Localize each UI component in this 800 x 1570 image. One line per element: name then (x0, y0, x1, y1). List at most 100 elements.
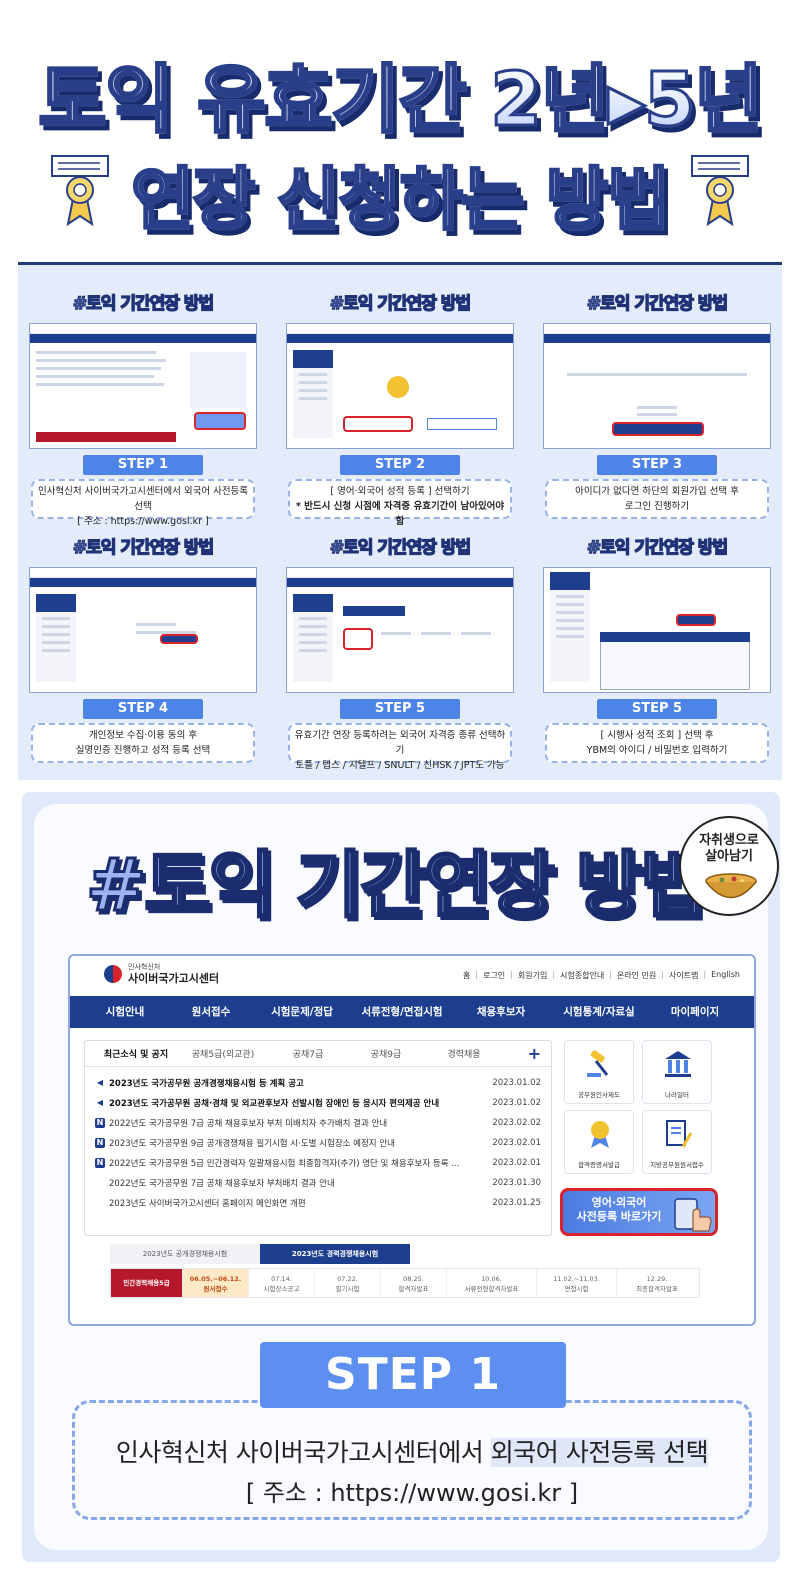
speaker-icon: ◀ (96, 1078, 104, 1087)
toplink-sitemap[interactable]: 사이트맵 (669, 970, 698, 981)
building-icon (665, 1051, 691, 1077)
gavel-icon (587, 1050, 609, 1077)
schedule-cell: 07.22. 필기시험 (315, 1269, 381, 1297)
list-item[interactable]: 2023년도 사이버국가고시센터 홈페이지 메인화면 개편 2023.01.25 (95, 1193, 541, 1213)
award-badge-icon (691, 155, 749, 227)
step-label: STEP 2 (340, 455, 460, 475)
new-badge-icon: N (95, 1118, 105, 1128)
tab-recent-news[interactable]: 최근소식 및 공지 (95, 1047, 177, 1060)
toplink-home[interactable]: 홈 (463, 970, 470, 981)
nav-statistics[interactable]: 시험통계/자료실 (548, 996, 650, 1028)
govt-emblem-icon (104, 965, 122, 983)
step-desc-line2: 로그인 진행하기 (624, 501, 690, 512)
toplink-login[interactable]: 로그인 (483, 970, 505, 981)
step-desc-line2: YBM의 아이디 / 비밀번호 입력하기 (586, 745, 728, 756)
nav-application[interactable]: 원서접수 (168, 996, 254, 1028)
tab-grade5[interactable]: 공채5급(외교관) (177, 1047, 269, 1060)
gosi-site-screenshot: 인사혁신처 사이버국가고시센터 홈 | 로그인 | 회원가입 | 시험종합안내 | 온라… (68, 954, 756, 1326)
step-screenshot (29, 323, 257, 449)
big-step-description: 인사혁신처 사이버국가고시센터에서 외국어 사전등록 선택 [ 주소 : htt… (72, 1400, 752, 1520)
nav-candidates[interactable]: 채용후보자 (454, 996, 548, 1028)
step-screenshot (543, 567, 771, 693)
tab-career[interactable]: 경력채용 (425, 1047, 503, 1060)
list-item[interactable]: ◀ 2023년도 국가공무원 공개경쟁채용시험 등 계획 공고 2023.01.02 (95, 1073, 541, 1093)
tab-career-competition[interactable]: 2023년도 경력경쟁채용시험 (260, 1244, 410, 1264)
quick-civil-service-system[interactable]: 공무원인사제도 (564, 1040, 634, 1104)
sticker-text: 자취생으로 살아남기 (699, 833, 759, 864)
language-preregistration-button[interactable]: 영어·외국어 사전등록 바로가기 (560, 1188, 718, 1236)
schedule-row: 민간경력채용5급 06.05.~06.12. 원서접수 07.14. 시험장소공고 … (110, 1268, 700, 1298)
tab-open-competition[interactable]: 2023년도 공개경쟁채용시험 (110, 1244, 260, 1264)
header-banner: 토익 유효기간 2년▸5년 연장 신청하는 방법 (0, 0, 800, 262)
toplink-exam-guide[interactable]: 시험종합안내 (560, 970, 604, 981)
big-hashtag-title: #토익 기간연장 방법 (84, 842, 707, 929)
schedule-cell: 07.14. 시험장소공고 (249, 1269, 315, 1297)
sticker-badge: 자취생으로 살아남기 (679, 816, 779, 916)
schedule-cell: 08.25. 합격자발표 (381, 1269, 447, 1297)
step-label: STEP 5 (597, 699, 717, 719)
step-card-tag: #토익 기간연장 방법 (329, 537, 472, 558)
step-description: 아이디가 없다면 하단의 회원가입 선택 후 로그인 진행하기 (545, 479, 769, 519)
step-description: 인사혁신처 사이버국가고시센터에서 외국어 사전등록 선택 [ 주소 : htt… (31, 479, 255, 527)
schedule-category[interactable]: 민간경력채용5급 (111, 1269, 183, 1297)
step-card-tag: #토익 기간연장 방법 (586, 537, 729, 558)
list-item[interactable]: ◀ 2023년도 국가공무원 공채·경채 및 외교관후보자 선발시험 장애인 등 … (95, 1093, 541, 1113)
schedule-cell: 10.06. 서류전형합격자발표 (447, 1269, 537, 1297)
step-label: STEP 5 (340, 699, 460, 719)
site-logo[interactable]: 인사혁신처 사이버국가고시센터 (104, 963, 219, 985)
step-description: [ 영어·외국어 성적 등록 ] 선택하기 * 반드시 신청 시점에 자격증 유… (288, 479, 512, 527)
step-card-tag: #토익 기간연장 방법 (72, 293, 215, 314)
quick-local-application[interactable]: 지방공무원원서접수 (642, 1110, 712, 1174)
list-item[interactable]: N 2022년도 국가공무원 5급 민간경력자 일괄채용시험 최종합격자(추가) … (95, 1153, 541, 1173)
step-desc-line1: 개인정보 수집·이용 동의 후 (88, 730, 198, 741)
schedule-cell: 12.29. 최종합격자발표 (636, 1275, 678, 1293)
step-card-tag: #토익 기간연장 방법 (586, 293, 729, 314)
schedule-cell: 11.02.~11.03. 면접시험 (537, 1269, 617, 1297)
step-screenshot (286, 567, 514, 693)
site-main-nav: 시험안내 원서접수 시험문제/정답 서류전형/면접시험 채용후보자 시험통계/자… (70, 996, 754, 1028)
step-desc-line1: 인사혁신처 사이버국가고시센터에서 외국어 사전등록 선택 (37, 486, 249, 512)
step-card-1: #토익 기간연장 방법 STEP 1 인사혁신처 사이버국가고시센터에서 외국어… (24, 289, 262, 527)
medal-icon (591, 1121, 609, 1148)
exam-schedule: 2023년도 공개경쟁채용시험 2023년도 경력경쟁채용시험 민간경력채용5급… (110, 1244, 700, 1308)
pointing-hand-icon (674, 1198, 712, 1232)
toplink-signup[interactable]: 회원가입 (518, 970, 547, 981)
nav-questions-answers[interactable]: 시험문제/정답 (254, 996, 350, 1028)
step1-detail-panel: #토익 기간연장 방법 자취생으로 살아남기 인사혁신처 사이버국가고시센터 홈… (22, 792, 780, 1562)
big-step-label: STEP 1 (260, 1342, 566, 1408)
header-title-line1: 토익 유효기간 2년▸5년 (0, 40, 800, 147)
step-desc-line1: [ 영어·외국어 성적 등록 ] 선택하기 (330, 486, 470, 497)
list-item[interactable]: N 2022년도 국가공무원 7급 공채 채용후보자 부처 미배치자 추가배치 결… (95, 1113, 541, 1133)
tab-grade7[interactable]: 공채7급 (269, 1047, 347, 1060)
document-pen-icon (666, 1120, 693, 1148)
more-plus-icon[interactable]: + (528, 1044, 541, 1063)
step-description: [ 시행사 성적 조회 ] 선택 후 YBM의 아이디 / 비밀번호 입력하기 (545, 723, 769, 763)
news-list: ◀ 2023년도 국가공무원 공개경쟁채용시험 등 계획 공고 2023.01.02… (85, 1067, 551, 1213)
nav-mypage[interactable]: 마이페이지 (650, 996, 740, 1028)
step-desc-line2: * 반드시 신청 시점에 자격증 유효기간이 남아있어야 함 (295, 501, 505, 527)
toplink-online-civil[interactable]: 온라인 민원 (617, 970, 656, 981)
quick-links: 공무원인사제도 나라일터 합격증명서발급 지방공무원원서접수 (564, 1040, 714, 1180)
new-badge-icon: N (95, 1138, 105, 1148)
step-desc-line2: 실명인증 진행하고 성적 등록 선택 (75, 745, 211, 756)
quick-narailteo[interactable]: 나라일터 (642, 1040, 712, 1104)
speaker-icon: ◀ (96, 1098, 104, 1107)
step-card-2: #토익 기간연장 방법 STEP 2 [ 영어·외국어 성적 등록 ] 선택하기… (281, 289, 519, 527)
toplink-english[interactable]: English (711, 970, 740, 981)
step-label: STEP 4 (83, 699, 203, 719)
step-desc-line1: [ 시행사 성적 조회 ] 선택 후 (600, 730, 714, 741)
award-badge-icon (51, 155, 109, 227)
tab-grade9[interactable]: 공채9급 (347, 1047, 425, 1060)
step-card-tag: #토익 기간연장 방법 (72, 537, 215, 558)
nav-exam-info[interactable]: 시험안내 (82, 996, 168, 1028)
news-tabs: 최근소식 및 공지 공채5급(외교관) 공채7급 공채9급 경력채용 + (85, 1041, 551, 1067)
quick-pass-certificate[interactable]: 합격증명서발급 (564, 1110, 634, 1174)
list-item[interactable]: N 2023년도 국가공무원 9급 공개경쟁채용 필기시험 시·도별 시험장소 예… (95, 1133, 541, 1153)
nav-document-interview[interactable]: 서류전형/면접시험 (350, 996, 454, 1028)
list-item[interactable]: 2022년도 국가공무원 7급 공채 채용후보자 부처배치 결과 안내 2023.… (95, 1173, 541, 1193)
news-panel: 최근소식 및 공지 공채5급(외교관) 공채7급 공채9급 경력채용 + ◀ 20… (84, 1040, 552, 1236)
steps-grid: #토익 기간연장 방법 STEP 1 인사혁신처 사이버국가고시센터에서 외국어… (18, 262, 782, 780)
big-desc-line1: 인사혁신처 사이버국가고시센터에서 외국어 사전등록 선택 (115, 1438, 709, 1467)
header-title-line2: 연장 신청하는 방법 (0, 144, 800, 243)
big-desc-line2: [ 주소 : https://www.gosi.kr ] (245, 1479, 579, 1507)
